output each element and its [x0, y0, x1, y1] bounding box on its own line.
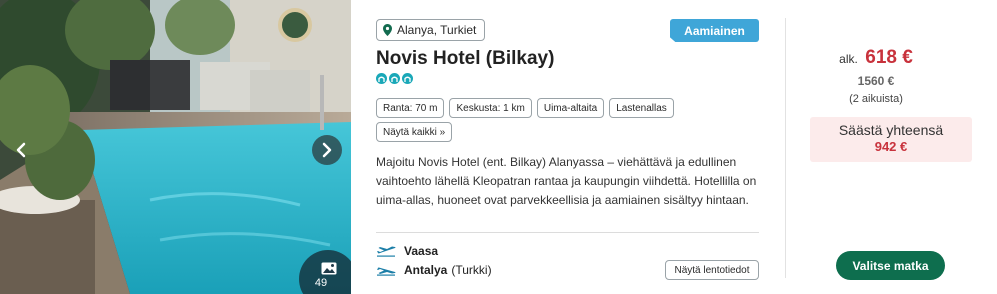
tag-center-distance: Keskusta: 1 km [449, 98, 532, 118]
price-panel: alk. 618 € 1560 € (2 aikuista) Säästä yh… [786, 0, 997, 294]
divider [376, 232, 759, 233]
meal-plan-badge: Aamiainen [670, 19, 759, 42]
rating-icon [389, 73, 400, 84]
hotel-photo[interactable]: 49 [0, 0, 351, 294]
arrival-city: Antalya [404, 263, 448, 277]
hotel-description: Majoitu Novis Hotel (ent. Bilkay) Alanya… [376, 155, 757, 207]
tag-pools: Uima-altaita [536, 98, 605, 118]
location-label: Alanya, Turkiet [397, 23, 477, 37]
photo-count: 49 [314, 277, 328, 289]
facility-tags: Ranta: 70 m Keskusta: 1 km Uima-altaita … [376, 98, 716, 142]
arrival-country: (Turkki) [451, 263, 492, 277]
image-icon [321, 262, 337, 275]
pool-image [0, 0, 351, 294]
rating-icon [376, 73, 387, 84]
chevron-left-icon [16, 142, 26, 158]
rating-icon [402, 73, 413, 84]
hotel-rating [376, 73, 413, 84]
savings-amount: 942 € [874, 139, 908, 154]
travelers-count: (2 aikuista) [849, 93, 903, 105]
savings-box: Säästä yhteensä 942 € [810, 117, 972, 162]
location-pin-icon [383, 24, 392, 36]
chevron-right-icon [322, 142, 332, 158]
savings-label: Säästä yhteensä [838, 122, 944, 138]
show-all-tags-button[interactable]: Näytä kaikki » [376, 122, 453, 142]
location-chip[interactable]: Alanya, Turkiet [376, 19, 486, 41]
departure-flight: Vaasa [376, 244, 438, 258]
price-prefix: alk. [839, 52, 858, 66]
tag-beach-distance: Ranta: 70 m [376, 98, 445, 118]
price-amount: 618 € [865, 47, 913, 68]
show-flight-details-button[interactable]: Näytä lentotiedot [665, 260, 759, 280]
previous-photo-button[interactable] [6, 135, 36, 165]
original-price: 1560 € [857, 74, 895, 88]
tag-kids-pool: Lastenallas [609, 98, 674, 118]
hotel-offer-card: 49 Alanya, Turkiet Aamiainen Novis Hotel… [0, 0, 997, 294]
hotel-name[interactable]: Novis Hotel (Bilkay) [376, 48, 554, 70]
departure-city: Vaasa [404, 244, 439, 258]
select-trip-button[interactable]: Valitse matka [836, 251, 945, 280]
price-line: alk. 618 € [786, 47, 966, 69]
hotel-info: Alanya, Turkiet Aamiainen Novis Hotel (B… [376, 0, 760, 294]
next-photo-button[interactable] [312, 135, 342, 165]
plane-departure-icon [376, 245, 396, 257]
arrival-flight: Antalya (Turkki) [376, 263, 492, 277]
plane-arrival-icon [376, 264, 396, 276]
